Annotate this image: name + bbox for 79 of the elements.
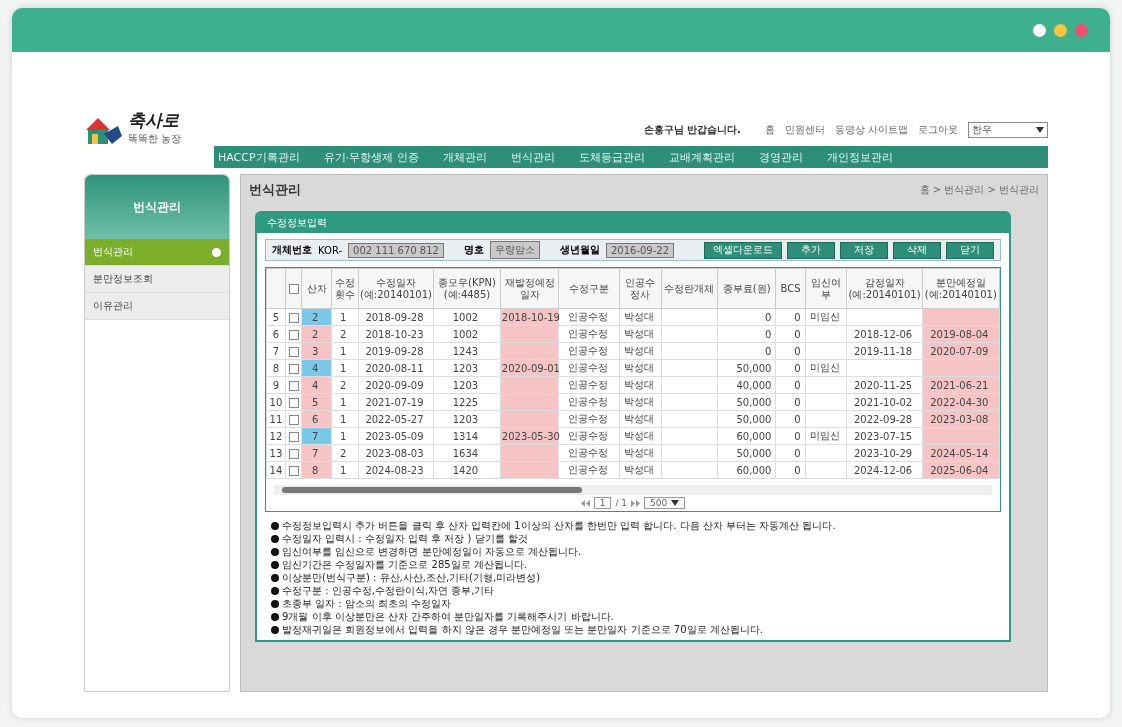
checkbox[interactable] — [288, 312, 299, 323]
dialog-title: 수정정보입력 — [257, 213, 1009, 233]
column-header: 임신여부 — [805, 268, 847, 309]
field-label: 명호 — [463, 243, 484, 257]
column-header: 수정일자 (예:20140101) — [358, 268, 434, 309]
nav-item[interactable]: 개인정보관리 — [826, 149, 893, 165]
column-header: 재발정예정일자 — [500, 268, 559, 309]
column-header: 산차 — [302, 268, 332, 309]
note-line: 수정정보입력시 추가 버튼을 클릭 후 산차 입력칸에 1이상의 산차를 한번만 입력 합니다. 다음 산차 부터는 자동계산 됩니다. — [271, 520, 995, 532]
sidebar-item[interactable]: 분만정보조회 — [85, 266, 229, 293]
column-header: 종모우(KPN) (예:4485) — [433, 268, 501, 309]
column-header: BCS — [775, 268, 806, 309]
input-field[interactable]: 002 111 670 812 — [348, 242, 444, 258]
note-line: 9개월 이후 이상분만은 산차 간주하여 분만일자를 기록해주시기 바랍니다. — [271, 611, 995, 623]
window-dot[interactable] — [1054, 23, 1067, 37]
checkbox[interactable] — [288, 414, 299, 425]
nav-item[interactable]: 번식관리 — [510, 149, 555, 165]
action-button[interactable]: 삭제 — [893, 241, 941, 259]
field-label: 생년월일 — [559, 243, 600, 257]
column-header: 인공수정사 — [619, 268, 662, 309]
nav-item[interactable]: HACCP기록관리 — [218, 149, 300, 165]
header-link[interactable]: 동영상 사이트맵 — [834, 123, 908, 137]
species-select[interactable]: 한우 — [968, 122, 1048, 138]
field-prefix: KOR- — [318, 244, 343, 256]
column-header: 수정란개체 — [661, 268, 718, 309]
first-page-icon[interactable] — [580, 499, 590, 507]
input-field[interactable]: 2016-09-22 — [605, 242, 675, 258]
checkbox[interactable] — [288, 283, 299, 294]
action-button[interactable]: 저장 — [840, 241, 888, 259]
dropdown-caret-icon[interactable] — [671, 500, 680, 506]
sidebar-item[interactable]: 이유관리 — [85, 293, 229, 320]
sidebar-item[interactable]: 번식관리 — [85, 239, 229, 266]
checkbox[interactable] — [288, 465, 299, 476]
note-line: 초종부 일자 : 암소의 최초의 수정일자 — [271, 598, 995, 610]
nav-item[interactable]: 경영관리 — [758, 149, 803, 165]
header-link[interactable]: 민원센터 — [784, 123, 825, 137]
column-header: 수정구분 — [558, 268, 620, 309]
checkbox[interactable] — [288, 431, 299, 442]
window-dot[interactable] — [1033, 23, 1046, 37]
header-link[interactable]: 홈 — [764, 123, 775, 137]
note-line: 이상분만(번식구분) : 유산,사산,조산,기타(기형,미라변성) — [271, 572, 995, 584]
header-link[interactable]: 로그아웃 — [918, 123, 958, 137]
nav-item[interactable]: 도체등급관리 — [578, 149, 645, 165]
note-line: 수정구분 : 인공수정,수정란이식,자연 종부,기타 — [271, 585, 995, 597]
input-field[interactable]: 우량암소 — [489, 241, 540, 259]
action-button[interactable]: 엑셀다운로드 — [704, 241, 782, 259]
greeting-text: 손흥구님 반갑습니다. — [643, 123, 741, 137]
window-dot[interactable] — [1075, 23, 1088, 37]
checkbox[interactable] — [288, 346, 299, 357]
nav-item[interactable]: 개체관리 — [442, 149, 487, 165]
note-line: 발정재귀일은 회원정보에서 입력을 하지 않은 경우 분만예정일 또는 분만일자 기준으로 70일로 계산됩니다. — [271, 624, 995, 636]
page-input[interactable]: 1 — [593, 497, 612, 509]
sidebar-title: 번식관리 — [85, 175, 229, 239]
checkbox[interactable] — [288, 380, 299, 391]
column-header: 종부료(원) — [717, 268, 776, 309]
action-button[interactable]: 닫기 — [946, 241, 994, 259]
nav-item[interactable]: 유기·무항생제 인증 — [323, 149, 419, 165]
column-header: 수정횟수 — [331, 268, 359, 309]
column-header: 감정일자 (예:20140101) — [846, 268, 923, 309]
page-total: / 1 — [615, 498, 628, 508]
checkbox[interactable] — [288, 363, 299, 374]
horizontal-scrollbar[interactable] — [274, 485, 992, 495]
action-button[interactable]: 추가 — [787, 241, 835, 259]
logo-tagline: 똑똑한 농장 — [128, 132, 182, 146]
checkbox[interactable] — [288, 397, 299, 408]
breadcrumb: 홈 > 번식관리 > 번식관리 — [919, 183, 1039, 197]
note-line: 수정일자 입력시 : 수정일자 입력 후 저장 ) 닫기를 할것 — [271, 533, 995, 545]
panel-title: 번식관리 — [249, 181, 301, 199]
field-label: 개체번호 — [272, 243, 312, 257]
last-page-icon[interactable] — [631, 499, 641, 507]
note-line: 임신여부를 임신으로 변경하면 분만예정일이 자동으로 계산됩니다. — [271, 546, 995, 558]
logo-text: 축사로 — [128, 109, 179, 132]
dropdown-caret-icon[interactable] — [1036, 127, 1044, 133]
column-header: 분만예정일 (예:20140101) — [922, 268, 1000, 309]
page-size-select[interactable]: 500 — [644, 497, 686, 509]
note-line: 임신기간은 수정일자를 기준으로 285일로 계산됩니다. — [271, 559, 995, 571]
checkbox[interactable] — [288, 329, 299, 340]
checkbox[interactable] — [288, 448, 299, 459]
nav-item[interactable]: 교배계획관리 — [668, 149, 735, 165]
